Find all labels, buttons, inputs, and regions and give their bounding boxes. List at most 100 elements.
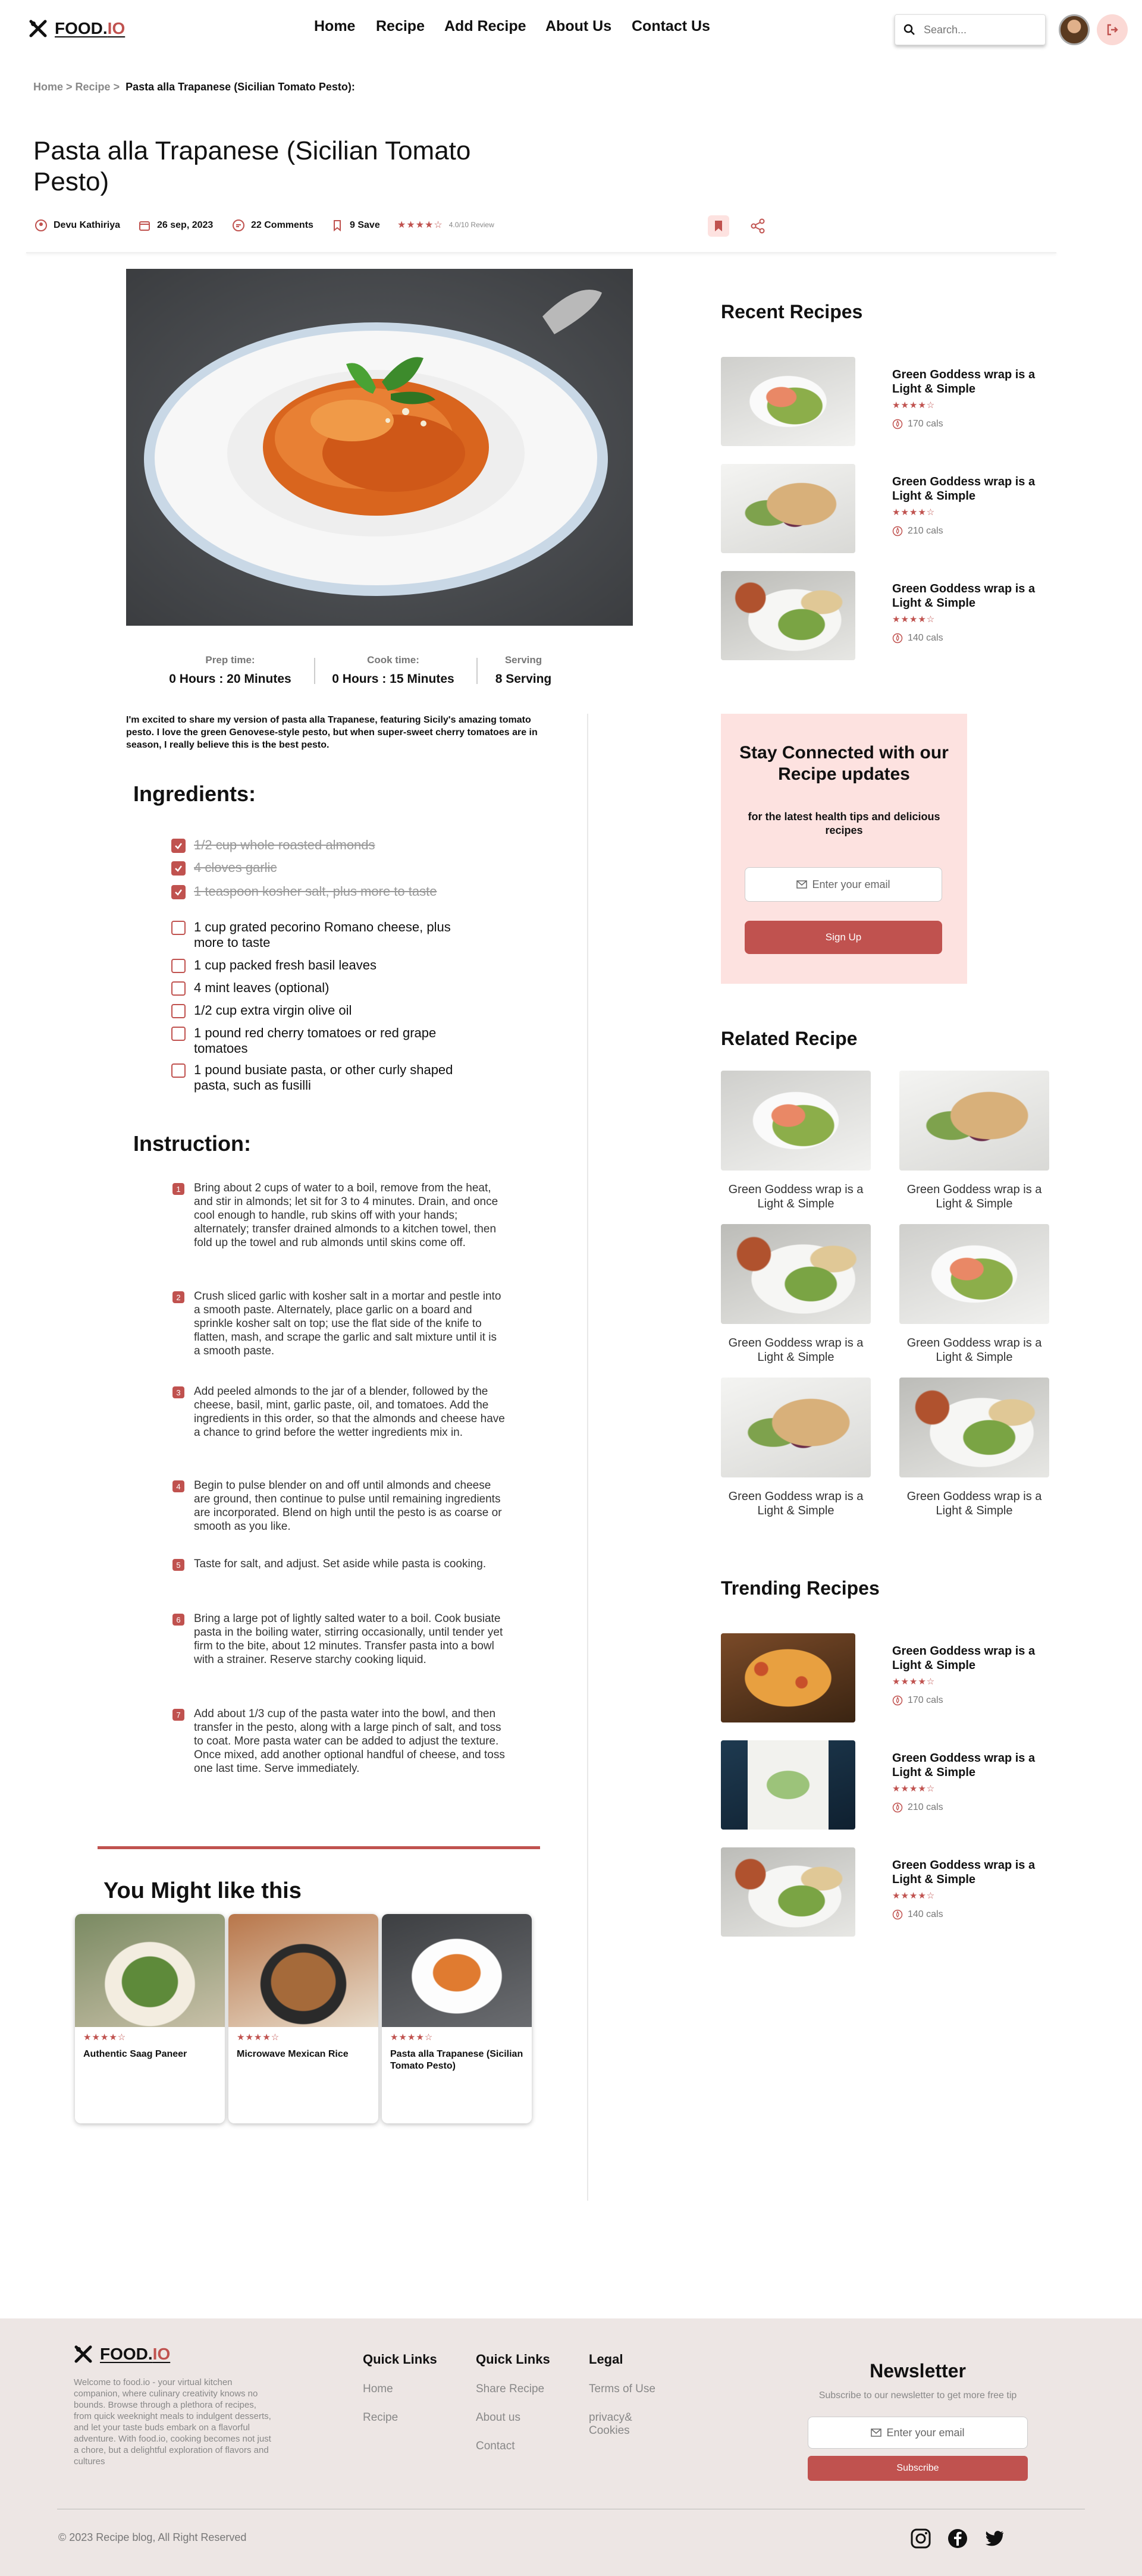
side-recipe-title: Green Goddess wrap is a Light & Simple [892,368,1036,396]
recipe-intro: I'm excited to share my version of pasta… [126,715,538,750]
ingredient-item[interactable]: 1/2 cup extra virgin olive oil [171,1003,481,1018]
side-recipe-item[interactable]: Green Goddess wrap is a Light & Simple ★★… [721,1847,1054,1937]
side-recipe-item[interactable]: Green Goddess wrap is a Light & Simple ★★… [721,1633,1054,1722]
ingredient-checkbox[interactable] [171,1004,186,1018]
ingredient-item[interactable]: 1 cup grated pecorino Romano cheese, plu… [171,920,481,950]
save-button[interactable] [708,215,729,237]
ingredient-item[interactable]: 1 pound busiate pasta, or other curly sh… [171,1062,481,1093]
recipe-card[interactable]: ★★★★☆ Pasta alla Trapanese (Sicilian Tom… [382,1914,532,2123]
instruction-step: 1 Bring about 2 cups of water to a boil, … [172,1181,506,1250]
related-recipe-card[interactable]: Green Goddess wrap is a Light & Simple [721,1071,871,1211]
breadcrumb-home[interactable]: Home [33,81,63,93]
instagram-icon[interactable] [910,2528,931,2549]
footer-link-home[interactable]: Home [363,2383,393,2396]
subscribe-button[interactable]: Subscribe [808,2456,1028,2481]
ingredient-checkbox[interactable] [171,959,186,973]
newsletter-email-input[interactable]: Enter your email [745,867,942,902]
related-recipe-card[interactable]: Green Goddess wrap is a Light & Simple [899,1378,1049,1518]
breadcrumb-recipe[interactable]: Recipe [76,81,111,93]
step-text: Taste for salt, and adjust. Set aside wh… [194,1558,487,1570]
side-recipe-item[interactable]: Green Goddess wrap is a Light & Simple ★★… [721,464,1054,553]
related-recipe-card[interactable]: Green Goddess wrap is a Light & Simple [721,1224,871,1364]
footer-link-terms[interactable]: Terms of Use [589,2383,655,2396]
side-recipe-item[interactable]: Green Goddess wrap is a Light & Simple ★★… [721,571,1054,660]
ingredient-item[interactable]: 1 teaspoon kosher salt, plus more to tas… [171,884,481,899]
ingredient-checkbox[interactable] [171,839,186,853]
newsletter-box: Stay Connected with our Recipe updates f… [721,714,967,984]
ingredient-item[interactable]: 4 mint leaves (optional) [171,980,481,996]
twitter-icon[interactable] [984,2528,1005,2549]
ingredient-checkbox[interactable] [171,861,186,876]
ingredient-text: 1/2 cup extra virgin olive oil [194,1003,352,1018]
side-recipe-stars: ★★★★☆ [892,1784,936,1794]
sign-up-button[interactable]: Sign Up [745,921,942,954]
author-name: Devu Kathiriya [54,220,121,230]
check-icon [175,889,182,896]
recipe-card[interactable]: ★★★★☆ Authentic Saag Paneer [75,1914,225,2123]
ingredient-item[interactable]: 1/2 cup whole roasted almonds [171,837,481,853]
saves-count: 9 Save [350,220,380,230]
flame-icon [892,633,903,644]
ingredient-item[interactable]: 4 cloves garlic [171,860,481,876]
instruction-step: 4 Begin to pulse blender on and off until… [172,1479,506,1533]
nav-recipe[interactable]: Recipe [376,18,425,35]
side-recipe-calories: 210 cals [892,1802,943,1813]
share-button[interactable] [747,215,768,237]
ingredient-text: 1 pound busiate pasta, or other curly sh… [194,1062,453,1093]
related-recipe-card[interactable]: Green Goddess wrap is a Light & Simple [899,1224,1049,1364]
user-avatar[interactable] [1059,14,1090,45]
related-recipe-title: Green Goddess wrap is a Light & Simple [906,1336,1042,1364]
ingredient-text: 1 pound red cherry tomatoes or red grape… [194,1025,437,1056]
saves-meta[interactable]: 9 Save [331,219,380,232]
recipe-card[interactable]: ★★★★☆ Microwave Mexican Rice [228,1914,378,2123]
logout-button[interactable] [1097,14,1128,45]
nav-add-recipe[interactable]: Add Recipe [444,18,526,35]
side-recipe-calories: 140 cals [892,1909,943,1920]
side-recipe-calories: 210 cals [892,526,943,536]
side-recipe-item[interactable]: Green Goddess wrap is a Light & Simple ★★… [721,1740,1054,1830]
recipe-card-title: Pasta alla Trapanese (Sicilian Tomato Pe… [390,2049,523,2071]
related-recipe-image [721,1071,871,1171]
ingredient-text: 1/2 cup whole roasted almonds [194,837,375,852]
nav-about-us[interactable]: About Us [545,18,611,35]
ingredients-heading: Ingredients: [133,782,256,806]
footer-link-about[interactable]: About us [476,2411,520,2424]
logo-text: FOOD.IO [100,2345,171,2363]
related-recipe-card[interactable]: Green Goddess wrap is a Light & Simple [721,1378,871,1518]
logo[interactable]: FOOD.IO [29,19,125,38]
footer-newsletter: Newsletter Subscribe to our newsletter t… [808,2360,1028,2481]
facebook-icon[interactable] [947,2528,968,2549]
footer-link-privacy[interactable]: privacy& Cookies [589,2411,648,2437]
search-input[interactable] [924,23,1031,36]
footer-link-share-recipe[interactable]: Share Recipe [476,2383,544,2396]
related-recipe-card[interactable]: Green Goddess wrap is a Light & Simple [899,1071,1049,1211]
recipe-card-image [228,1914,378,2027]
ingredient-text: 1 teaspoon kosher salt, plus more to tas… [194,884,437,899]
ingredient-checkbox[interactable] [171,1063,186,1078]
nav-contact-us[interactable]: Contact Us [632,18,710,35]
ingredient-checkbox[interactable] [171,885,186,899]
footer-link-contact[interactable]: Contact [476,2440,514,2453]
side-recipe-image [721,1740,855,1830]
step-text: Add peeled almonds to the jar of a blend… [194,1385,505,1439]
newsletter-subtext: for the latest health tips and delicious… [748,811,940,836]
ingredient-checkbox[interactable] [171,981,186,996]
recipe-title: Pasta alla Trapanese (Sicilian Tomato Pe… [33,136,471,196]
footer-email-input[interactable]: Enter your email [808,2417,1028,2449]
ingredient-checkbox[interactable] [171,1027,186,1041]
calories-text: 140 cals [908,1909,943,1919]
check-icon [175,865,182,872]
footer-link-recipe[interactable]: Recipe [363,2411,398,2424]
search-box[interactable] [895,14,1046,45]
related-recipe-title: Green Goddess wrap is a Light & Simple [728,1183,864,1210]
footer-logo[interactable]: FOOD.IO [74,2345,170,2364]
ingredient-item[interactable]: 1 pound red cherry tomatoes or red grape… [171,1025,481,1056]
nav-home[interactable]: Home [314,18,355,35]
ingredient-item[interactable]: 1 cup packed fresh basil leaves [171,958,481,973]
flame-icon [892,526,903,536]
side-recipe-item[interactable]: Green Goddess wrap is a Light & Simple ★★… [721,357,1054,446]
ingredient-checkbox[interactable] [171,921,186,935]
comments-meta[interactable]: 22 Comments [232,219,313,232]
recipe-card-image [382,1914,532,2027]
newsletter-heading: Stay Connected with our Recipe updates [739,743,949,784]
